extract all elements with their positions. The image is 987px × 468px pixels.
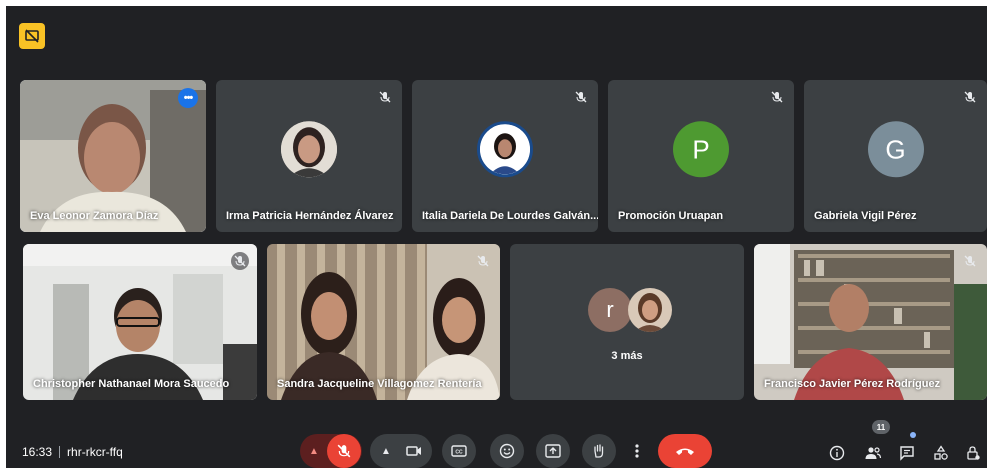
participant-tile-christopher[interactable]: Christopher Nathanael Mora Saucedo bbox=[23, 244, 257, 400]
camera-toggle-button[interactable] bbox=[399, 445, 429, 457]
more-options-button[interactable] bbox=[624, 434, 650, 468]
shapes-icon bbox=[934, 445, 948, 460]
leave-call-button[interactable] bbox=[658, 434, 712, 468]
participant-tile-gabriela[interactable]: G Gabriela Vigil Pérez bbox=[804, 80, 987, 232]
camera-icon bbox=[406, 446, 421, 456]
mic-control-group: ▲ bbox=[300, 434, 362, 468]
divider bbox=[59, 446, 61, 458]
avatar: G bbox=[867, 121, 924, 178]
mic-options-button[interactable]: ▲ bbox=[301, 446, 327, 457]
participant-name: Sandra Jacqueline Villagomez Rentería bbox=[277, 378, 482, 390]
camera-control-group: ▲ bbox=[370, 434, 432, 468]
participant-video bbox=[23, 244, 257, 400]
participant-tile-promocion[interactable]: P Promoción Uruapan bbox=[608, 80, 794, 232]
participant-name: Francisco Javier Pérez Rodríguez bbox=[764, 378, 941, 390]
hand-icon bbox=[594, 444, 604, 458]
lock-person-icon bbox=[967, 446, 980, 460]
mic-off-icon bbox=[572, 88, 590, 106]
participant-tile-francisco[interactable]: Francisco Javier Pérez Rodríguez bbox=[754, 244, 987, 400]
avatar-letter: r bbox=[606, 297, 614, 322]
mic-off-icon bbox=[961, 88, 979, 106]
chat-button[interactable] bbox=[896, 442, 918, 464]
participants-count-badge: 11 bbox=[872, 420, 890, 434]
participant-name: Irma Patricia Hernández Álvarez bbox=[226, 210, 394, 222]
mic-off-icon bbox=[474, 252, 492, 270]
emoji-icon bbox=[499, 443, 515, 459]
overflow-label: 3 más bbox=[611, 350, 643, 362]
participant-video bbox=[267, 244, 500, 400]
mic-off-icon bbox=[768, 88, 786, 106]
participant-video bbox=[754, 244, 987, 400]
present-icon bbox=[545, 444, 561, 458]
avatar bbox=[477, 121, 533, 178]
mic-off-icon bbox=[376, 88, 394, 106]
mic-off-icon bbox=[231, 252, 249, 270]
mic-toggle-button[interactable] bbox=[327, 434, 361, 468]
more-options-button[interactable]: ••• bbox=[178, 88, 198, 108]
meeting-info: 16:33 rhr-rkcr-ffq bbox=[22, 445, 123, 459]
end-call-icon bbox=[676, 448, 694, 455]
avatar bbox=[281, 121, 337, 178]
presentation-off-icon[interactable] bbox=[19, 23, 45, 49]
camera-options-button[interactable]: ▲ bbox=[373, 446, 399, 457]
reactions-button[interactable] bbox=[490, 434, 524, 468]
chat-unread-dot bbox=[910, 432, 916, 438]
mic-off-icon bbox=[337, 444, 351, 458]
meeting-details-button[interactable] bbox=[826, 442, 848, 464]
control-bar: 16:33 rhr-rkcr-ffq ▲ ▲ CC bbox=[6, 412, 987, 468]
chat-icon bbox=[900, 446, 914, 461]
more-vert-icon bbox=[635, 444, 639, 458]
avatar: P bbox=[673, 121, 729, 178]
activities-button[interactable] bbox=[930, 442, 952, 464]
overflow-participants-tile[interactable]: r 3 más bbox=[510, 244, 744, 400]
meeting-time: 16:33 bbox=[22, 445, 53, 459]
participant-name: Promoción Uruapan bbox=[618, 210, 724, 222]
participant-tile-sandra[interactable]: Sandra Jacqueline Villagomez Rentería bbox=[267, 244, 500, 400]
raise-hand-button[interactable] bbox=[582, 434, 616, 468]
host-controls-button[interactable] bbox=[962, 442, 984, 464]
participant-tile-italia[interactable]: Italia Dariela De Lourdes Galván... bbox=[412, 80, 598, 232]
participant-name: Christopher Nathanael Mora Saucedo bbox=[33, 378, 230, 390]
avatar-letter: G bbox=[885, 133, 906, 164]
participant-tile-eva[interactable]: ••• Eva Leonor Zamora Díaz bbox=[20, 80, 206, 232]
present-button[interactable] bbox=[536, 434, 570, 468]
meeting-code: rhr-rkcr-ffq bbox=[67, 445, 123, 459]
avatar-letter: P bbox=[692, 133, 710, 164]
participant-name: Italia Dariela De Lourdes Galván... bbox=[422, 210, 598, 222]
captions-icon: CC bbox=[451, 445, 467, 457]
participant-name: Eva Leonor Zamora Díaz bbox=[30, 210, 159, 222]
participant-tile-irma[interactable]: Irma Patricia Hernández Álvarez bbox=[216, 80, 402, 232]
info-icon bbox=[829, 445, 845, 461]
people-icon bbox=[865, 447, 882, 459]
participant-name: Gabriela Vigil Pérez bbox=[814, 210, 917, 222]
svg-text:CC: CC bbox=[455, 450, 463, 456]
mic-off-icon bbox=[961, 252, 979, 270]
meet-window: ••• Eva Leonor Zamora Díaz Irma Patricia… bbox=[6, 6, 987, 468]
avatar: r bbox=[588, 288, 632, 332]
captions-button[interactable]: CC bbox=[442, 434, 476, 468]
people-button[interactable] bbox=[862, 442, 884, 464]
avatar bbox=[628, 288, 672, 332]
